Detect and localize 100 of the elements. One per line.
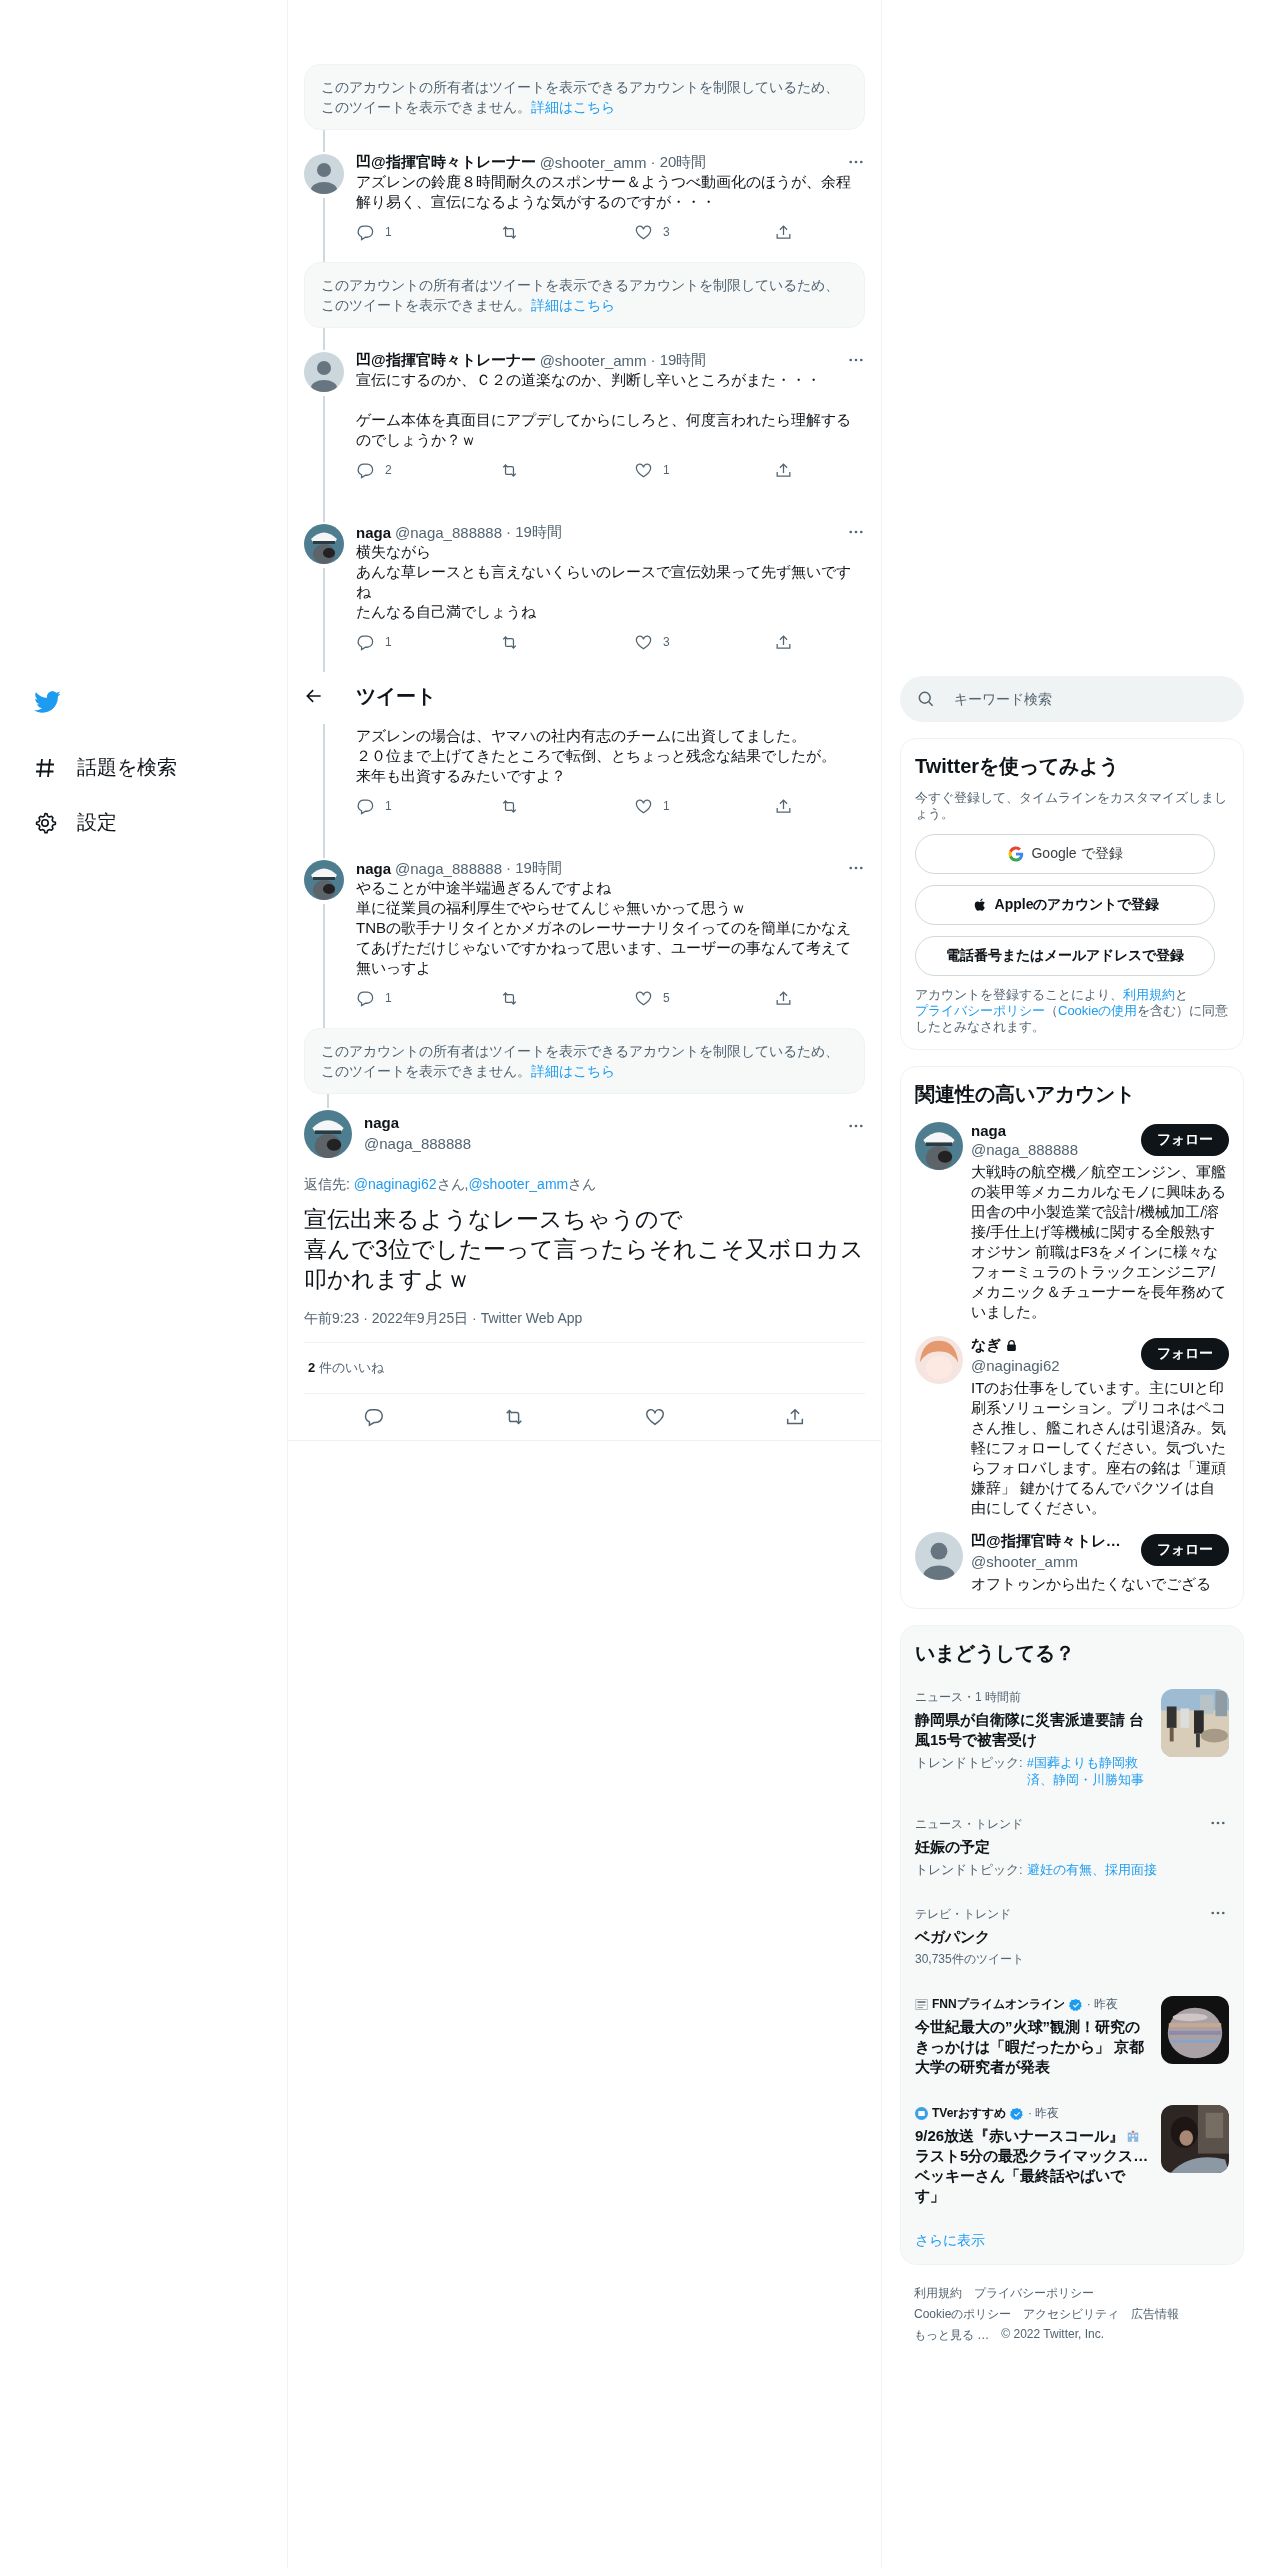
tweet-time[interactable]: · 19時間 <box>506 858 562 878</box>
user-bio: 大戦時の航空機／航空エンジン、軍艦の装甲等メカニカルなモノに興味ある田舎の中小製造業で設計/機械加工/溶接/手仕上げ等機械に関する全般熟すオジサン 前職はF3をメインに様々なフォーミュラのトラックエンジニア/メカニック＆チューナーを長年務めていました。 <box>971 1162 1227 1322</box>
news-logo-icon <box>915 1998 928 2011</box>
footer-link[interactable]: Cookieのポリシー <box>914 2306 1012 2323</box>
tweet-text: 単に従業員の福利厚生でやらせてんじゃ無いかって思うｗ <box>356 898 747 918</box>
user-bio: オフトゥンから出たくないでござる <box>971 1574 1212 1594</box>
search-field[interactable]: キーワード検索 <box>900 676 1244 722</box>
tweet-text: TNBの歌手ナリタイとかメガネのレーサーナリタイってのを簡単にかなえてあげただけじゃないですかねって思います、ユーザーの事なんて考えて無いっすよ <box>356 918 852 978</box>
trend-time: · 昨夜 <box>1028 2105 1060 2122</box>
tweet-text: ゲーム本体を真面目にアプデしてからにしろと、何度言われたら理解するのでしょうか？ｗ <box>356 410 852 450</box>
avatar[interactable] <box>304 524 344 564</box>
like-count: 5 <box>663 991 670 1005</box>
tv-logo-icon <box>915 2107 928 2120</box>
share-icon[interactable] <box>774 988 793 1008</box>
heart-icon[interactable] <box>643 1406 666 1428</box>
like-total[interactable]: 2 件のいいね <box>308 1360 384 1375</box>
follow-button[interactable]: フォロー <box>1141 1534 1229 1566</box>
footer-link[interactable]: もっと見る … <box>914 2327 990 2344</box>
user-handle[interactable]: @naga_888888 <box>395 523 502 541</box>
card-title: 関連性の高いアカウント <box>915 1082 1136 1107</box>
tweet-text: やることが中途半端過ぎるんですよね <box>356 878 612 898</box>
user-handle[interactable]: @naginagi62 <box>971 1357 1060 1374</box>
share-icon[interactable] <box>774 632 793 652</box>
footer-link[interactable]: 利用規約 <box>914 2285 962 2302</box>
trend-item[interactable]: テレビ・トレンド ベガパンク 30,735件のツイート <box>901 1898 1243 1988</box>
notice-text: このアカウントの所有者はツイートを表示できるアカウントを制限しているため、このツイートを表示できません。詳細はこちら <box>321 276 840 315</box>
footer-link[interactable]: アクセシビリティ <box>1023 2306 1120 2323</box>
tweet-text: ２０位まで上げてきたところで転倒、とちょっと残念な結果でしたが。 <box>356 746 837 766</box>
signup-button[interactable]: Appleのアカウントで登録 <box>915 885 1215 925</box>
user-name[interactable]: naga <box>356 523 391 541</box>
user-name[interactable]: 凹@指揮官時々トレーナー <box>356 350 536 370</box>
follow-button[interactable]: フォロー <box>1141 1124 1229 1156</box>
signup-button[interactable]: 電話番号またはメールアドレスで登録 <box>915 936 1215 976</box>
page-title: ツイート <box>356 683 436 709</box>
trend-item[interactable]: TVerおすすめ · 昨夜 9/26放送『赤いナースコール』 ラスト5分の最恐クライマックス…ベッキーさん「最終話やばいです」 <box>901 2097 1243 2226</box>
avatar[interactable] <box>304 860 344 900</box>
twitter-logo-icon[interactable] <box>33 688 61 716</box>
reply-count: 1 <box>385 225 392 239</box>
trend-item[interactable]: ニュース・1 時間前 静岡県が自衛隊に災害派遣要請 台風15号で被害受け トレンドトピック: #国葬よりも静岡救済、静岡・川勝知事 <box>901 1681 1243 1808</box>
copyright-text: © 2022 Twitter, Inc. <box>1001 2327 1105 2343</box>
card-title: Twitterを使ってみよう <box>915 754 1121 779</box>
google-logo-icon <box>1007 845 1026 863</box>
user-name[interactable]: naga <box>356 859 391 877</box>
user-handle[interactable]: @shooter_amm <box>971 1553 1121 1570</box>
tweet-text: 宣伝にするのか、Ｃ２の道楽なのか、判断し辛いところがまた・・・ <box>356 370 822 390</box>
avatar[interactable] <box>304 1110 352 1158</box>
tweet-time[interactable]: · 19時間 <box>650 350 707 370</box>
trend-category: ニュース・1 時間前 <box>915 1689 1022 1706</box>
user-handle[interactable]: @shooter_amm <box>539 351 647 369</box>
hospital-icon <box>1126 2129 1141 2143</box>
source-name: TVerおすすめ <box>932 2105 1006 2122</box>
tweet-text: アズレンの場合は、ヤマハの社内有志のチームに出資してました。 <box>356 726 807 746</box>
like-count: 1 <box>663 799 670 813</box>
user-handle[interactable]: @naga_888888 <box>364 1135 471 1152</box>
user-name[interactable]: naga <box>971 1122 1006 1139</box>
user-handle[interactable]: @naga_888888 <box>971 1141 1078 1158</box>
trend-title: 妊娠の予定 <box>915 1837 991 1857</box>
notice-text: このアカウントの所有者はツイートを表示できるアカウントを制限しているため、このツイートを表示できません。詳細はこちら <box>321 78 840 117</box>
nav-item[interactable]: 設定 <box>33 801 117 844</box>
reply-count: 1 <box>385 635 392 649</box>
tweet-time[interactable]: · 20時間 <box>650 152 707 172</box>
like-count: 1 <box>663 463 670 477</box>
source-name: FNNプライムオンライン <box>932 1996 1065 2013</box>
reply-icon[interactable] <box>363 1406 386 1428</box>
tweet-text: あんな草レースとも言えないくらいのレースで宣伝効果って先ず無いですね <box>356 562 852 602</box>
footer-link[interactable]: プライバシーポリシー <box>974 2285 1094 2302</box>
topic-label: トレンドトピック: <box>915 1754 1023 1772</box>
reply-count: 1 <box>385 799 392 813</box>
user-bio: ITのお仕事をしています。主にUIと印刷系ソリューション。プリコネはペコさん推し、艦これさんは引退済み。気軽にフォローしてください。気づいたらフォロバします。座右の銘は「運頑嫌辞」 鍵かけてるんでパクツイは自由にしてください。 <box>971 1378 1227 1518</box>
trend-title: ベガパンク <box>915 1927 991 1947</box>
user-name[interactable]: なぎ <box>971 1336 1001 1355</box>
tweet-text: 来年も出資するみたいですよ？ <box>356 766 567 786</box>
signup-subtitle: 今すぐ登録して、タイムラインをカスタマイズしましょう。 <box>915 790 1228 822</box>
share-icon[interactable] <box>774 460 793 480</box>
signup-button[interactable]: Google で登録 <box>915 834 1215 874</box>
reply-count: 1 <box>385 991 392 1005</box>
trend-item[interactable]: ニュース・トレンド 妊娠の予定 トレンドトピック: 避妊の有無、採用面接 <box>901 1808 1243 1898</box>
footer-link[interactable]: 広告情報 <box>1131 2306 1180 2323</box>
reply-to-text: 返信先: @naginagi62 さん,@shooter_ammさん <box>304 1176 598 1194</box>
avatar[interactable] <box>915 1122 963 1170</box>
share-icon[interactable] <box>774 222 793 242</box>
trend-item[interactable]: FNNプライムオンライン · 昨夜 今世紀最大の”火球”観測！研究のきっかけは「暇だったから」 京都大学の研究者が発表 <box>901 1988 1243 2097</box>
settings-icon <box>33 810 57 835</box>
user-name[interactable]: 凹@指揮官時々トレ… <box>971 1532 1121 1551</box>
trend-title: 9/26放送『赤いナースコール』 ラスト5分の最恐クライマックス…ベッキーさん「最終話やばいです」 <box>915 2126 1149 2206</box>
user-name[interactable]: naga <box>364 1114 471 1131</box>
legal-text: アカウントを登録することにより、利用規約 と プライバシーポリシー（Cookieの使用を含む）に同意したとみなされます。 <box>915 987 1229 1035</box>
share-icon[interactable] <box>774 796 793 816</box>
trend-category: テレビ・トレンド <box>915 1906 1012 1923</box>
user-handle[interactable]: @shooter_amm <box>539 153 647 171</box>
follow-button[interactable]: フォロー <box>1141 1338 1229 1370</box>
tweet-text: アズレンの鈴鹿８時間耐久のスポンサー＆ようつべ動画化のほうが、余程解り易く、宣伝になるような気がするのですが・・・ <box>356 172 852 212</box>
tweet-text: 喜んで3位でしたーって言ったらそれこそ又ボロカス叩かれますよｗ <box>304 1235 865 1294</box>
nav-item[interactable]: 話題を検索 <box>33 746 177 789</box>
tweet-text: たんなる自己満でしょうね <box>356 602 537 622</box>
user-name[interactable]: 凹@指揮官時々トレーナー <box>356 152 536 172</box>
like-count: 3 <box>663 225 670 239</box>
tweet-time[interactable]: · 19時間 <box>506 522 562 542</box>
user-handle[interactable]: @naga_888888 <box>395 859 502 877</box>
trend-title: 今世紀最大の”火球”観測！研究のきっかけは「暇だったから」 京都大学の研究者が発表 <box>915 2017 1146 2077</box>
